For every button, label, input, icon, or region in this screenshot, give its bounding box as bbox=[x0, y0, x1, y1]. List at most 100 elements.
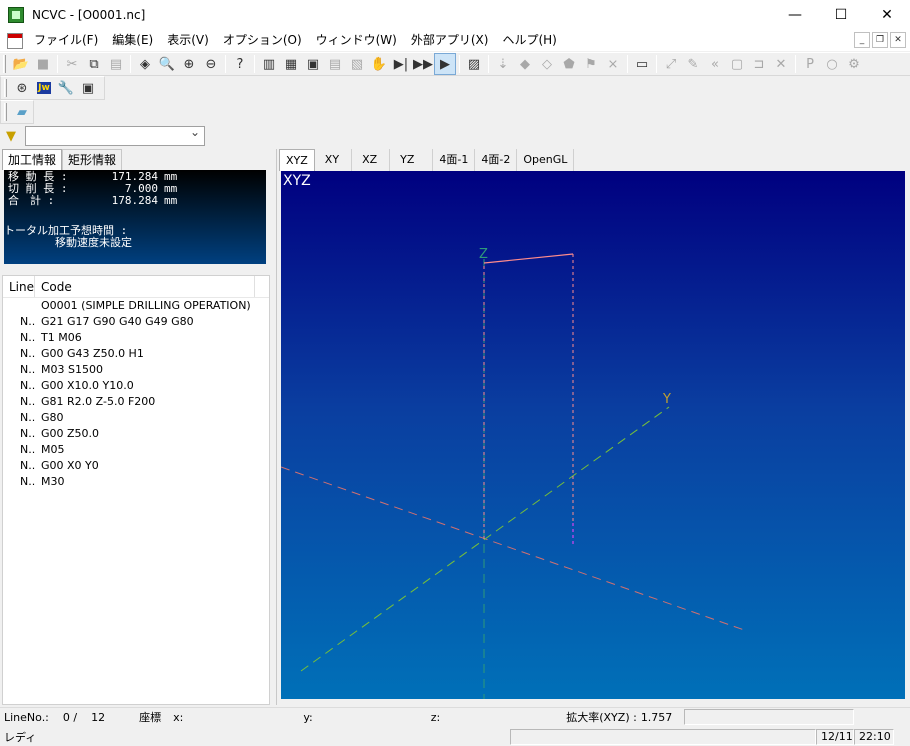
fast-play-icon[interactable]: ▶▶ bbox=[412, 53, 434, 75]
trim-icon[interactable]: ⨯ bbox=[602, 53, 624, 75]
rewind-icon[interactable]: « bbox=[704, 53, 726, 75]
toolbar-separator bbox=[627, 55, 628, 73]
document-view-icon[interactable]: ▣ bbox=[77, 77, 99, 99]
menu-edit[interactable]: 編集(E) bbox=[105, 30, 160, 51]
pencil-icon[interactable]: ✎ bbox=[682, 53, 704, 75]
status-bar-coords: LineNo.: 0 / 12 座標 x: y: z: 拡大率(XYZ) : 1… bbox=[0, 707, 910, 726]
toolbar-separator bbox=[225, 55, 226, 73]
toolbar-grip[interactable] bbox=[4, 79, 7, 97]
tools-icon[interactable]: 🔧 bbox=[55, 77, 77, 99]
trace-view: XYZ XY XZ YZ 4面-1 4面-2 OpenGL XYZ Z Y bbox=[276, 149, 908, 705]
maximize-button[interactable]: ☐ bbox=[818, 0, 864, 30]
menu-options[interactable]: オプション(O) bbox=[216, 30, 309, 51]
play-icon[interactable]: ▶ bbox=[434, 53, 456, 75]
trace-stop-icon[interactable]: ▣ bbox=[302, 53, 324, 75]
code-row[interactable]: O0001 (SIMPLE DRILLING OPERATION) bbox=[3, 298, 269, 314]
step-play-icon[interactable]: ▶| bbox=[390, 53, 412, 75]
trace-list-icon[interactable]: ▤ bbox=[324, 53, 346, 75]
menu-window[interactable]: ウィンドウ(W) bbox=[309, 30, 404, 51]
code-list[interactable]: Line Code O0001 (SIMPLE DRILLING OPERATI… bbox=[2, 275, 270, 705]
mdi-minimize-button[interactable]: _ bbox=[854, 32, 870, 48]
funnel-icon[interactable]: ▼ bbox=[0, 125, 22, 147]
code-row[interactable]: N.. M05 bbox=[3, 442, 269, 458]
machining-info-box: 移 動 長 : 171.284 mm 切 削 長 : 7.000 mm 合 計 … bbox=[4, 170, 266, 264]
status-ready: レディ bbox=[4, 730, 37, 744]
total-length-value: 178.284 bbox=[111, 194, 158, 207]
open-folder-icon[interactable]: 📂 bbox=[10, 53, 32, 75]
tab-view-xz[interactable]: XZ bbox=[352, 149, 391, 171]
hand-icon[interactable]: ✋ bbox=[368, 53, 390, 75]
delete-icon[interactable]: ✕ bbox=[770, 53, 792, 75]
code-row-code: G00 G43 Z50.0 H1 bbox=[41, 347, 144, 360]
settings-icon[interactable]: ⚙ bbox=[843, 53, 865, 75]
tab-view-yz[interactable]: YZ bbox=[390, 149, 434, 171]
save-icon[interactable]: ■ bbox=[32, 53, 54, 75]
menu-view[interactable]: 表示(V) bbox=[160, 30, 216, 51]
x-coord-label: x: bbox=[173, 710, 184, 724]
code-row[interactable]: N.. M03 S1500 bbox=[3, 362, 269, 378]
paste-icon[interactable]: ▤ bbox=[105, 53, 127, 75]
monitor-icon[interactable]: ▭ bbox=[631, 53, 653, 75]
code-row[interactable]: N.. G21 G17 G90 G40 G49 G80 bbox=[3, 314, 269, 330]
drill-icon[interactable]: ⇣ bbox=[492, 53, 514, 75]
trace-view-icon[interactable]: ▦ bbox=[280, 53, 302, 75]
bracket-icon[interactable]: ⊐ bbox=[748, 53, 770, 75]
code-row[interactable]: N.. G00 X0 Y0 bbox=[3, 458, 269, 474]
copy-icon[interactable]: ⧉ bbox=[83, 53, 105, 75]
code-row[interactable]: N.. G80 bbox=[3, 410, 269, 426]
tab-view-four-2[interactable]: 4面-2 bbox=[475, 149, 518, 171]
column-header-code[interactable]: Code bbox=[35, 276, 255, 297]
code-row[interactable]: N.. M30 bbox=[3, 474, 269, 490]
circle-icon[interactable]: ○ bbox=[821, 53, 843, 75]
zoom-fit-icon[interactable]: 🔍 bbox=[156, 53, 178, 75]
pin-icon[interactable]: P bbox=[799, 53, 821, 75]
close-button[interactable]: ✕ bbox=[864, 0, 910, 30]
zoom-in-icon[interactable]: ⊕ bbox=[178, 53, 200, 75]
shape-icon[interactable]: ⬟ bbox=[558, 53, 580, 75]
tab-machining-info[interactable]: 加工情報 bbox=[2, 149, 63, 170]
zoom-out-icon[interactable]: ⊖ bbox=[200, 53, 222, 75]
code-row[interactable]: N.. G00 X10.0 Y10.0 bbox=[3, 378, 269, 394]
toolbar-separator bbox=[254, 55, 255, 73]
toolbar-grip[interactable] bbox=[4, 103, 7, 121]
cut-icon[interactable]: ✂ bbox=[61, 53, 83, 75]
help-icon[interactable]: ? bbox=[229, 53, 251, 75]
menu-external-apps[interactable]: 外部アプリ(X) bbox=[404, 30, 496, 51]
minimize-button[interactable]: — bbox=[772, 0, 818, 30]
document-icon[interactable] bbox=[7, 32, 23, 49]
tab-rectangle-info[interactable]: 矩形情報 bbox=[62, 149, 123, 170]
code-row-code: O0001 (SIMPLE DRILLING OPERATION) bbox=[41, 299, 251, 312]
tab-view-four-1[interactable]: 4面-1 bbox=[433, 149, 476, 171]
properties-icon[interactable]: ▨ bbox=[463, 53, 485, 75]
stack-alt-icon[interactable]: ◇ bbox=[536, 53, 558, 75]
diagonal-icon[interactable]: ⤢ bbox=[660, 53, 682, 75]
code-row[interactable]: N.. G81 R2.0 Z-5.0 F200 bbox=[3, 394, 269, 410]
cnc-icon[interactable]: ⊛ bbox=[11, 77, 33, 99]
flag-icon[interactable]: ⚑ bbox=[580, 53, 602, 75]
code-row[interactable]: N.. T1 M06 bbox=[3, 330, 269, 346]
tab-view-xy[interactable]: XY bbox=[315, 149, 353, 171]
code-row-code: G80 bbox=[41, 411, 64, 424]
stack-icon[interactable]: ◆ bbox=[514, 53, 536, 75]
layers-icon[interactable]: ◈ bbox=[134, 53, 156, 75]
filter-combobox[interactable] bbox=[25, 125, 205, 146]
trace-cursor-icon[interactable]: ▧ bbox=[346, 53, 368, 75]
x-axis-line bbox=[281, 466, 748, 632]
list-view-icon[interactable]: ▥ bbox=[258, 53, 280, 75]
menu-help[interactable]: ヘルプ(H) bbox=[495, 30, 563, 51]
code-row-code: G21 G17 G90 G40 G49 G80 bbox=[41, 315, 194, 328]
frame-icon[interactable]: ▢ bbox=[726, 53, 748, 75]
tab-view-opengl[interactable]: OpenGL bbox=[517, 149, 575, 171]
column-header-line[interactable]: Line bbox=[3, 276, 35, 297]
toolbar-grip[interactable] bbox=[3, 55, 6, 73]
mdi-restore-button[interactable]: ❐ bbox=[872, 32, 888, 48]
jw-icon[interactable]: Jw bbox=[33, 77, 55, 99]
toolpath-canvas[interactable]: XYZ Z Y bbox=[281, 171, 905, 699]
tab-view-xyz[interactable]: XYZ bbox=[279, 149, 315, 171]
code-row[interactable]: N.. G00 Z50.0 bbox=[3, 426, 269, 442]
mdi-close-button[interactable]: ✕ bbox=[890, 32, 906, 48]
eraser-icon[interactable]: ▰ bbox=[11, 101, 33, 123]
code-row[interactable]: N.. G00 G43 Z50.0 H1 bbox=[3, 346, 269, 362]
code-row-line: N.. bbox=[20, 363, 36, 376]
menu-file[interactable]: ファイル(F) bbox=[27, 30, 105, 51]
